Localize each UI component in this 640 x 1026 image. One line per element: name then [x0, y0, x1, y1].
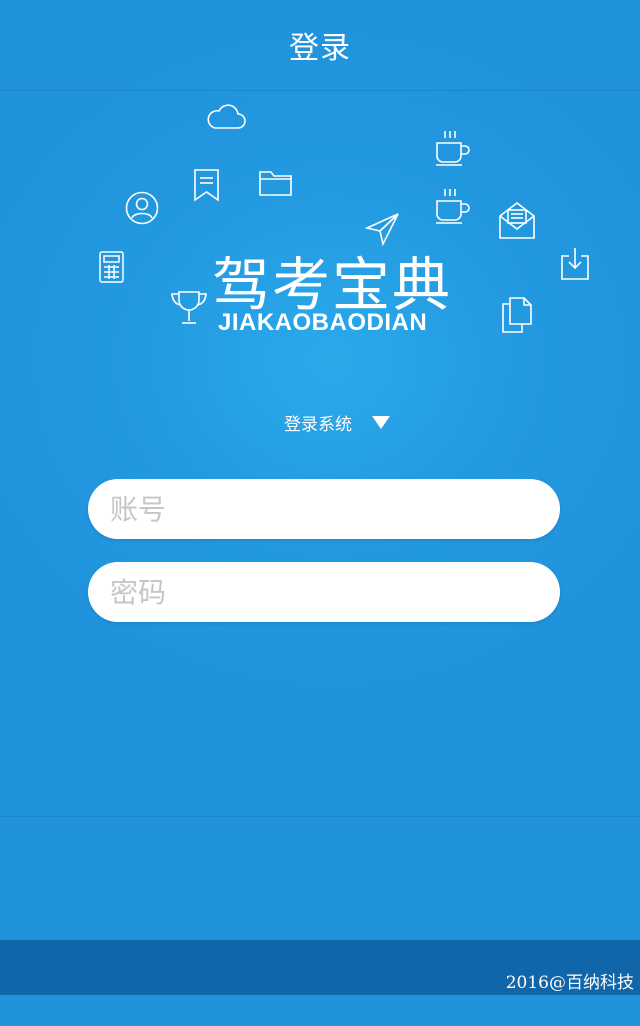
account-input[interactable] [110, 479, 530, 539]
bottom-strip [0, 995, 640, 1026]
password-input[interactable] [110, 562, 530, 622]
mail-icon [498, 201, 536, 241]
copyright-text: 2016@百纳科技 [505, 973, 634, 993]
divider [0, 816, 640, 817]
coffee-cup-icon [434, 128, 470, 168]
account-field[interactable] [88, 479, 560, 539]
download-icon [559, 246, 591, 282]
login-system-label: 登录系统 [284, 414, 352, 435]
coffee-cup-icon [434, 186, 470, 226]
logo-english-name: JIAKAOBAODIAN [218, 309, 428, 336]
footer-bar: 2016@百纳科技 [0, 940, 640, 995]
bookmark-icon [193, 168, 221, 202]
calculator-icon [98, 250, 126, 284]
trophy-icon [170, 290, 208, 326]
page-title: 登录 [289, 31, 351, 66]
login-system-toggle[interactable]: 登录系统 [284, 408, 390, 436]
cloud-icon [205, 102, 247, 132]
documents-icon [500, 296, 534, 334]
password-field[interactable] [88, 562, 560, 622]
user-icon [124, 190, 160, 226]
folder-icon [258, 168, 294, 198]
top-header: 登录 [0, 0, 640, 91]
triangle-down-icon[interactable] [372, 415, 390, 429]
